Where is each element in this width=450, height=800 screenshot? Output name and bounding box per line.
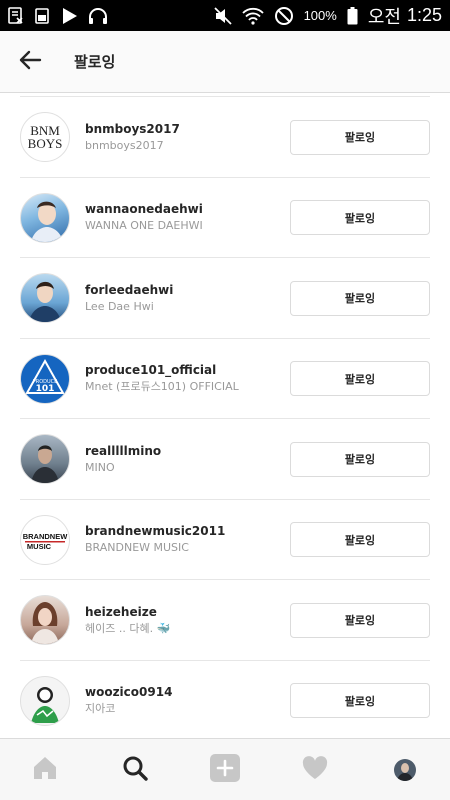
list-item[interactable]: woozico0914 지아코 팔로잉 <box>0 661 450 739</box>
nav-profile-button[interactable] <box>375 739 435 800</box>
profile-photo <box>31 686 59 723</box>
list-item[interactable]: heizeheize 헤이즈 .. 다혜. 🐳 팔로잉 <box>0 580 450 661</box>
clock-time: 1:25 <box>406 5 442 25</box>
logo-text-brandnew: BRANDNEW <box>23 532 69 541</box>
nav-add-post-button[interactable] <box>195 739 255 800</box>
username[interactable]: forleedaehwi <box>85 283 290 298</box>
full-name: 헤이즈 .. 다혜. 🐳 <box>85 621 171 635</box>
profile-photo <box>29 282 61 323</box>
profile-avatar <box>394 758 416 781</box>
user-info: wannaonedaehwi WANNA ONE DAEHWI <box>85 202 290 233</box>
username[interactable]: produce101_official <box>85 363 290 378</box>
home-icon <box>32 756 58 784</box>
back-button[interactable] <box>0 31 60 93</box>
logo-text-boys: BOYS <box>28 136 63 151</box>
headphones-icon <box>88 6 108 26</box>
list-item[interactable]: realllllmino MINO 팔로잉 <box>0 419 450 500</box>
list-item[interactable]: forleedaehwi Lee Dae Hwi 팔로잉 <box>0 258 450 339</box>
following-button[interactable]: 팔로잉 <box>290 119 430 155</box>
battery-saver-icon <box>34 6 50 26</box>
following-button[interactable]: 팔로잉 <box>290 522 430 558</box>
username[interactable]: wannaonedaehwi <box>85 202 290 217</box>
full-name: WANNA ONE DAEHWI <box>85 219 203 233</box>
full-name: Mnet (프로듀스101) OFFICIAL <box>85 380 239 394</box>
following-button[interactable]: 팔로잉 <box>290 683 430 719</box>
play-icon <box>60 6 78 26</box>
app-header: 팔로잉 <box>0 31 450 93</box>
avatar[interactable]: PRODUCE 101 <box>20 353 70 404</box>
blocked-icon <box>274 6 294 26</box>
user-info: produce101_official Mnet (프로듀스101) OFFIC… <box>85 363 290 394</box>
nav-activity-button[interactable] <box>285 739 345 800</box>
wifi-icon <box>241 6 264 26</box>
following-button[interactable]: 팔로잉 <box>290 602 430 638</box>
username[interactable]: realllllmino <box>85 444 290 459</box>
list-item[interactable]: BNM BOYS bnmboys2017 bnmboys2017 팔로잉 <box>0 97 450 178</box>
avatar[interactable]: BRANDNEW MUSIC <box>20 514 70 565</box>
list-item[interactable]: PRODUCE 101 produce101_official Mnet (프로… <box>0 339 450 420</box>
full-name: bnmboys2017 <box>85 138 164 152</box>
following-list: BNM BOYS bnmboys2017 bnmboys2017 팔로잉 wan… <box>0 93 450 738</box>
status-bar-left <box>8 6 108 26</box>
user-info: heizeheize 헤이즈 .. 다혜. 🐳 <box>85 605 290 636</box>
sim-icon <box>8 6 24 26</box>
clock-ampm: 오전 <box>367 6 401 27</box>
username[interactable]: brandnewmusic2011 <box>85 524 290 539</box>
battery-icon <box>347 6 358 26</box>
bottom-nav <box>0 738 450 800</box>
avatar[interactable] <box>20 273 70 324</box>
user-info: forleedaehwi Lee Dae Hwi <box>85 283 290 314</box>
following-button[interactable]: 팔로잉 <box>290 280 430 316</box>
status-bar-right: 100% 오전 1:25 <box>213 3 442 29</box>
nav-home-button[interactable] <box>15 739 75 800</box>
full-name: Lee Dae Hwi <box>85 299 154 313</box>
list-item[interactable]: wannaonedaehwi WANNA ONE DAEHWI 팔로잉 <box>0 178 450 259</box>
battery-percent: 100% <box>303 8 337 23</box>
logo-text-music: MUSIC <box>27 542 52 551</box>
profile-photo <box>31 201 63 242</box>
following-button[interactable]: 팔로잉 <box>290 200 430 236</box>
full-name: MINO <box>85 460 115 474</box>
following-button[interactable]: 팔로잉 <box>290 441 430 477</box>
page-title: 팔로잉 <box>74 53 116 71</box>
activity-heart-icon <box>302 755 328 784</box>
nav-search-button[interactable] <box>105 739 165 800</box>
back-arrow-icon <box>18 50 42 74</box>
produce101-logo: PRODUCE 101 <box>25 358 65 394</box>
avatar[interactable] <box>20 192 70 243</box>
user-info: woozico0914 지아코 <box>85 685 290 716</box>
username[interactable]: woozico0914 <box>85 685 290 700</box>
brandnew-music-logo: BRANDNEW MUSIC <box>23 532 69 551</box>
search-icon <box>122 755 148 785</box>
list-item[interactable]: BRANDNEW MUSIC brandnewmusic2011 BRANDNE… <box>0 500 450 581</box>
avatar[interactable] <box>20 434 70 485</box>
following-button[interactable]: 팔로잉 <box>290 361 430 397</box>
logo-text-101: 101 <box>36 384 55 394</box>
status-bar: 100% 오전 1:25 <box>0 0 450 31</box>
user-info: brandnewmusic2011 BRANDNEW MUSIC <box>85 524 290 555</box>
profile-photo <box>31 445 59 484</box>
user-info: realllllmino MINO <box>85 444 290 475</box>
add-post-icon <box>209 753 241 786</box>
username[interactable]: heizeheize <box>85 605 290 620</box>
user-info: bnmboys2017 bnmboys2017 <box>85 122 290 153</box>
bnm-boys-logo: BNM BOYS <box>28 123 63 151</box>
username[interactable]: bnmboys2017 <box>85 122 290 137</box>
mute-icon <box>213 6 232 26</box>
avatar[interactable]: BNM BOYS <box>20 112 70 163</box>
full-name: BRANDNEW MUSIC <box>85 541 189 555</box>
avatar[interactable] <box>20 675 70 726</box>
full-name: 지아코 <box>85 702 116 716</box>
avatar[interactable] <box>20 595 70 646</box>
profile-photo <box>31 602 59 645</box>
